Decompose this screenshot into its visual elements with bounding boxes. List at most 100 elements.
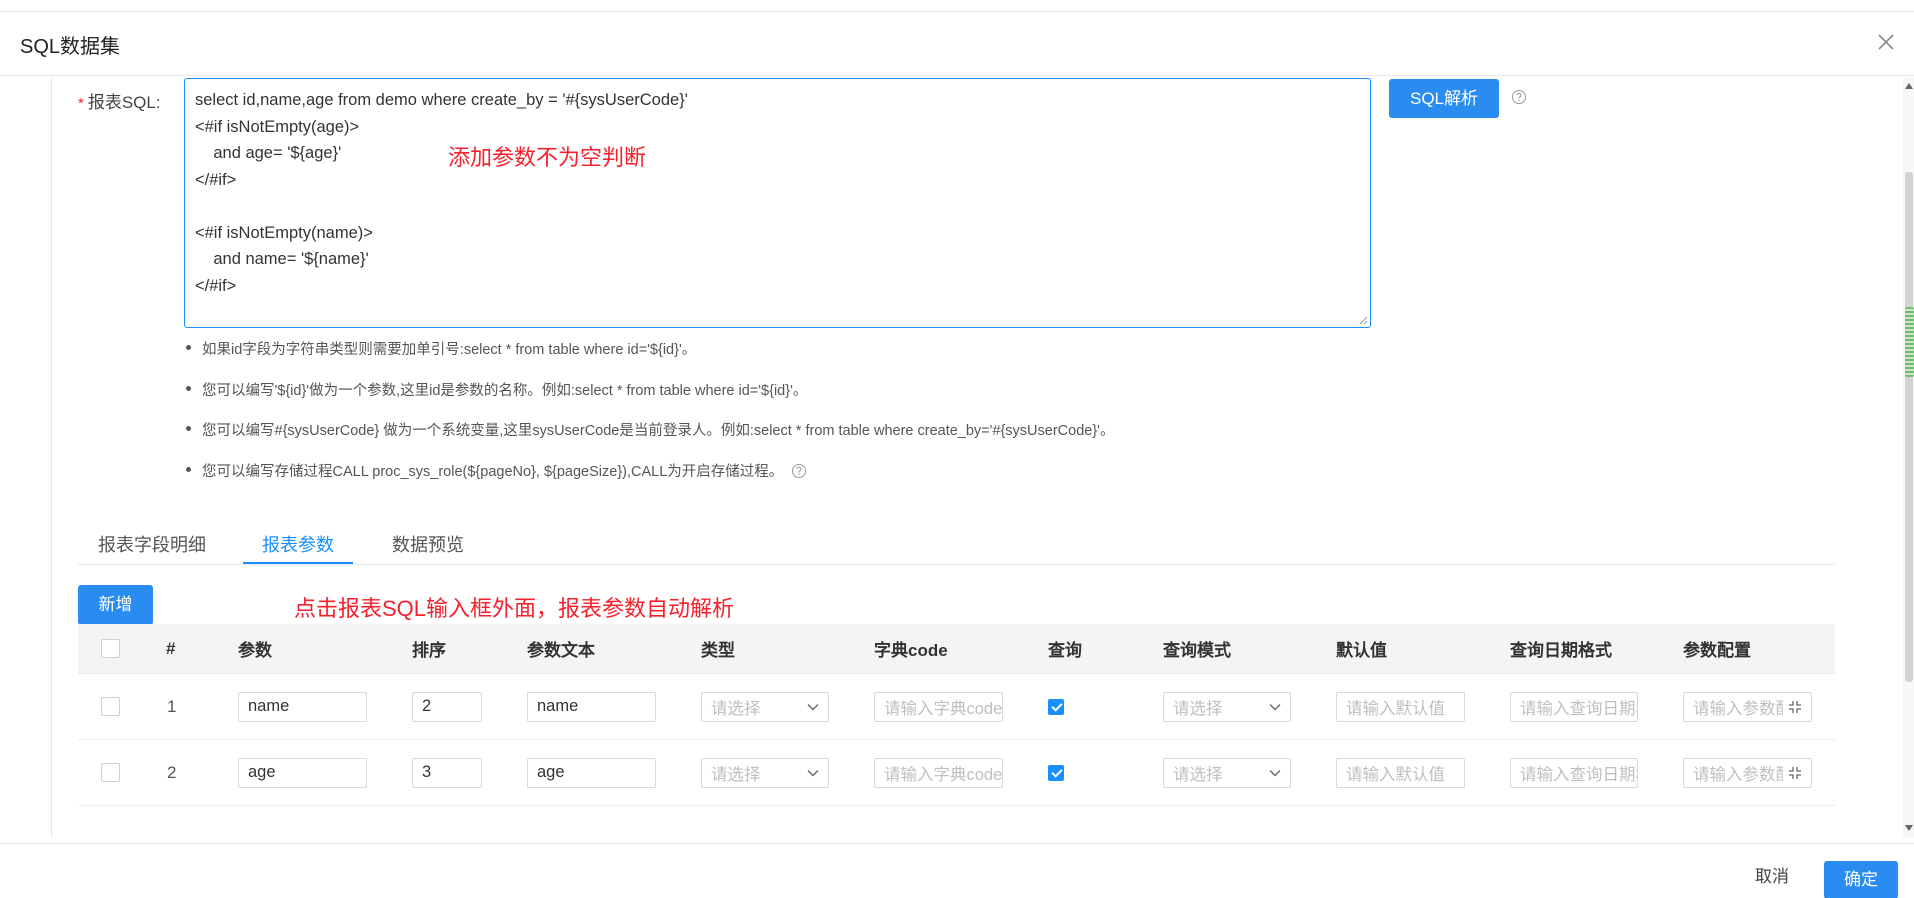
dict-code-input[interactable]: 请输入字典code <box>874 691 1003 722</box>
dialog-footer: 取消 确定 <box>0 843 1914 898</box>
table-row: 1 name 2 name 请选择 请输入字典code 请选择 请输入默认值 请… <box>78 674 1835 740</box>
row-select-cell <box>101 740 120 805</box>
dict-code-input[interactable]: 请输入字典code <box>874 757 1003 788</box>
type-select-value: 请选择 <box>711 765 761 784</box>
help-icon[interactable] <box>1511 89 1527 105</box>
tab-data-preview[interactable]: 数据预览 <box>392 531 464 557</box>
close-icon[interactable] <box>1872 28 1900 56</box>
param-name-input[interactable]: age <box>238 757 367 788</box>
chevron-down-icon <box>807 769 819 776</box>
select-all-cell <box>101 624 120 673</box>
tip-text: 如果id字段为字符串类型则需要加单引号:select * from table … <box>202 342 697 358</box>
sql-line: and name= '${name}' <box>195 250 369 268</box>
tip-item: 您可以编写存储过程CALL proc_sys_role(${pageNo}, $… <box>186 460 1386 501</box>
tip-item: 您可以编写#{sysUserCode} 做为一个系统变量,这里sysUserCo… <box>186 419 1386 460</box>
param-order-input[interactable]: 3 <box>412 757 482 788</box>
sql-parse-button[interactable]: SQL解析 <box>1389 79 1499 118</box>
tip-item: 如果id字段为字符串类型则需要加单引号:select * from table … <box>186 338 1386 379</box>
scroll-marker <box>1905 307 1914 377</box>
param-config-placeholder: 请输入参数配置 <box>1693 765 1783 784</box>
sql-tips: 如果id字段为字符串类型则需要加单引号:select * from table … <box>186 338 1386 500</box>
column-header: 查询日期格式 <box>1510 641 1612 660</box>
tab-report-params[interactable]: 报表参数 <box>262 531 334 557</box>
param-config-input[interactable]: 请输入参数配置 <box>1683 757 1812 788</box>
query-mode-value: 请选择 <box>1173 765 1223 784</box>
date-format-input[interactable]: 请输入查询日期格式 <box>1510 757 1638 788</box>
row-checkbox[interactable] <box>101 763 120 782</box>
row-index: 2 <box>167 762 177 782</box>
row-index: 1 <box>167 696 177 716</box>
confirm-button[interactable]: 确定 <box>1824 861 1898 898</box>
column-header: 类型 <box>701 641 735 660</box>
sql-editor[interactable]: select id,name,age from demo where creat… <box>184 78 1371 328</box>
add-param-button[interactable]: 新增 <box>78 585 153 625</box>
chevron-down-icon <box>1269 769 1281 776</box>
help-icon[interactable] <box>791 463 807 479</box>
tip-text: 您可以编写'${id}'做为一个参数,这里id是参数的名称。例如:select … <box>202 382 808 399</box>
expand-icon[interactable] <box>1788 700 1802 714</box>
column-header: # <box>166 638 176 658</box>
vertical-scrollbar[interactable] <box>1903 77 1914 837</box>
sql-label-text: 报表SQL: <box>87 93 161 112</box>
active-tab-indicator <box>243 562 353 564</box>
default-value-input[interactable]: 请输入默认值 <box>1336 691 1465 722</box>
chevron-down-icon <box>807 703 819 710</box>
param-config-input[interactable]: 请输入参数配置 <box>1683 691 1812 722</box>
scroll-down-icon[interactable] <box>1905 825 1913 831</box>
select-all-checkbox[interactable] <box>101 639 120 658</box>
sql-line: select id,name,age from demo where creat… <box>195 91 688 109</box>
row-checkbox[interactable] <box>101 697 120 716</box>
resize-handle-icon[interactable] <box>1358 315 1368 325</box>
table-header: # 参数 排序 参数文本 类型 字典code 查询 查询模式 默认值 查询日期格… <box>78 624 1835 674</box>
query-checkbox[interactable] <box>1048 698 1064 715</box>
param-text-input[interactable]: age <box>527 757 656 788</box>
param-order-input[interactable]: 2 <box>412 691 482 722</box>
top-edge <box>0 0 1914 12</box>
default-value-input[interactable]: 请输入默认值 <box>1336 757 1465 788</box>
query-mode-select[interactable]: 请选择 <box>1163 691 1291 722</box>
annotation-auto-parse: 点击报表SQL输入框外面，报表参数自动解析 <box>294 596 735 621</box>
sql-line: <#if isNotEmpty(name)> <box>195 223 373 242</box>
dialog-title: SQL数据集 <box>20 36 121 58</box>
type-select-value: 请选择 <box>711 699 761 718</box>
column-header: 参数文本 <box>527 641 595 660</box>
left-divider <box>51 77 52 837</box>
table-row: 2 age 3 age 请选择 请输入字典code 请选择 请输入默认值 请输入… <box>78 740 1835 806</box>
param-name-input[interactable]: name <box>238 691 367 722</box>
sql-line: </#if> <box>195 170 237 189</box>
tip-item: 您可以编写'${id}'做为一个参数,这里id是参数的名称。例如:select … <box>186 379 1386 420</box>
expand-icon[interactable] <box>1788 766 1802 780</box>
annotation-empty-check: 添加参数不为空判断 <box>448 145 647 170</box>
column-header: 查询 <box>1048 641 1082 660</box>
sql-label: * 报表SQL: <box>78 88 161 113</box>
sql-line: <#if isNotEmpty(age)> <box>195 117 360 136</box>
scroll-up-icon[interactable] <box>1905 83 1913 89</box>
date-format-input[interactable]: 请输入查询日期格式 <box>1510 691 1638 722</box>
query-checkbox[interactable] <box>1048 764 1064 781</box>
tab-bar: 报表字段明细 报表参数 数据预览 <box>78 521 1835 565</box>
type-select[interactable]: 请选择 <box>701 757 829 788</box>
column-header: 默认值 <box>1336 641 1387 660</box>
row-select-cell <box>101 674 120 739</box>
column-header: 字典code <box>874 641 948 660</box>
required-mark: * <box>78 95 84 112</box>
sql-line: and age= '${age}' <box>195 144 342 162</box>
column-header: 排序 <box>412 641 446 660</box>
params-table: # 参数 排序 参数文本 类型 字典code 查询 查询模式 默认值 查询日期格… <box>78 624 1835 806</box>
sql-line <box>195 193 1360 220</box>
type-select[interactable]: 请选择 <box>701 691 829 722</box>
column-header: 参数配置 <box>1683 641 1751 660</box>
tip-text: 您可以编写#{sysUserCode} 做为一个系统变量,这里sysUserCo… <box>202 423 1115 439</box>
query-mode-value: 请选择 <box>1173 699 1223 718</box>
dialog-header: SQL数据集 <box>0 12 1914 76</box>
param-text-input[interactable]: name <box>527 691 656 722</box>
column-header: 参数 <box>238 641 272 660</box>
tip-text: 您可以编写存储过程CALL proc_sys_role(${pageNo}, $… <box>202 463 784 480</box>
scrollbar-thumb[interactable] <box>1905 172 1913 682</box>
cancel-button[interactable]: 取消 <box>1734 858 1810 896</box>
tab-field-details[interactable]: 报表字段明细 <box>98 531 206 557</box>
query-mode-select[interactable]: 请选择 <box>1163 757 1291 788</box>
column-header: 查询模式 <box>1163 641 1231 660</box>
sql-line: </#if> <box>195 276 237 295</box>
param-config-placeholder: 请输入参数配置 <box>1693 699 1783 718</box>
